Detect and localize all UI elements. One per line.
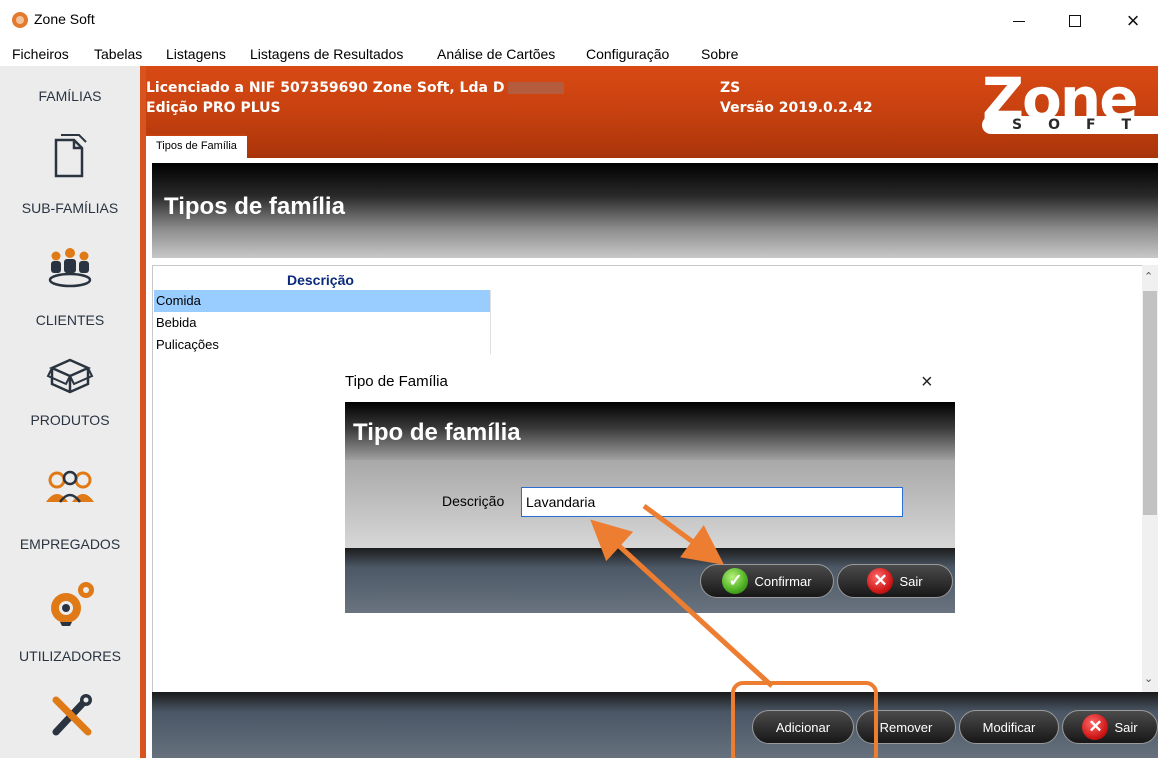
sidebar: FAMÍLIAS SUB-FAMÍLIAS CLIENTES PRODUTOS xyxy=(0,66,146,758)
description-input[interactable] xyxy=(521,487,903,517)
column-divider xyxy=(490,290,491,354)
list-item[interactable]: Bebida xyxy=(154,312,490,334)
sidebar-item-clientes[interactable]: CLIENTES xyxy=(0,312,140,328)
menu-listagens-de-resultados[interactable]: Listagens de Resultados xyxy=(250,46,403,62)
dialog-body: Descrição xyxy=(345,460,955,548)
family-type-dialog: Tipo de Família × Tipo de família Descri… xyxy=(345,365,955,613)
close-button[interactable]: × xyxy=(1110,4,1156,38)
modify-button-label: Modificar xyxy=(982,719,1036,735)
app-window: Zone Soft × Ficheiros Tabelas Listagens … xyxy=(0,0,1158,758)
exit-button[interactable]: ✕ Sair xyxy=(1062,710,1158,744)
sidebar-item-utilizadores[interactable]: UTILIZADORES xyxy=(0,648,140,664)
menu-ficheiros[interactable]: Ficheiros xyxy=(12,46,69,62)
header-band: Licenciado a NIF 507359690 Zone Soft, Ld… xyxy=(146,66,1158,158)
checkmark-icon: ✓ xyxy=(722,568,749,594)
group-icon[interactable] xyxy=(46,244,94,290)
menu-sobre[interactable]: Sobre xyxy=(701,46,738,62)
dialog-header: Tipo de família xyxy=(345,402,955,460)
zone-soft-app-icon xyxy=(12,12,28,28)
menu-listagens[interactable]: Listagens xyxy=(166,46,226,62)
people-icon[interactable] xyxy=(44,468,96,506)
window-title: Zone Soft xyxy=(34,11,95,27)
page-title-panel: Tipos de família xyxy=(152,163,1158,258)
add-button[interactable]: Adicionar xyxy=(752,710,854,744)
dialog-exit-button[interactable]: ✕ Sair xyxy=(837,564,953,598)
version-text: Versão 2019.0.2.42 xyxy=(720,100,873,116)
redacted-block xyxy=(508,82,565,94)
menu-bar: Ficheiros Tabelas Listagens Listagens de… xyxy=(0,42,1158,66)
description-label: Descrição xyxy=(442,493,505,509)
column-header-descricao[interactable]: Descrição xyxy=(287,272,354,288)
confirm-button[interactable]: ✓ Confirmar xyxy=(700,564,834,598)
menu-configuracao[interactable]: Configuração xyxy=(586,46,669,62)
maximize-button[interactable] xyxy=(1052,4,1098,38)
menu-tabelas[interactable]: Tabelas xyxy=(94,46,142,62)
minimize-button[interactable] xyxy=(996,4,1042,38)
license-text: Licenciado a NIF 507359690 Zone Soft, Ld… xyxy=(146,80,565,96)
exit-button-label: Sair xyxy=(1114,719,1138,735)
menu-analise-de-cartoes[interactable]: Análise de Cartões xyxy=(437,46,555,62)
document-icon[interactable] xyxy=(50,132,90,180)
add-button-label: Adicionar xyxy=(775,719,831,735)
sidebar-item-produtos[interactable]: PRODUTOS xyxy=(0,412,140,428)
remove-button-label: Remover xyxy=(879,719,933,735)
dialog-window-title: Tipo de Família xyxy=(345,373,448,390)
minimize-icon xyxy=(1013,20,1025,22)
list-item[interactable]: Comida xyxy=(154,290,490,312)
gears-icon[interactable] xyxy=(46,578,98,628)
close-x-icon: ✕ xyxy=(867,568,894,594)
scroll-down-icon[interactable]: ⌄ xyxy=(1144,672,1153,685)
sidebar-item-familias[interactable]: FAMÍLIAS xyxy=(0,88,140,104)
close-icon: × xyxy=(1126,8,1140,33)
tools-icon[interactable] xyxy=(48,692,96,740)
list-item[interactable]: Pulicações xyxy=(154,334,490,356)
modify-button[interactable]: Modificar xyxy=(959,710,1059,744)
dialog-footer: ✓ Confirmar ✕ Sair xyxy=(345,548,955,613)
remove-button[interactable]: Remover xyxy=(856,710,956,744)
dialog-close-icon[interactable]: × xyxy=(921,371,933,394)
close-x-icon: ✕ xyxy=(1082,714,1109,740)
dialog-title: Tipo de família xyxy=(353,419,521,446)
scrollbar-thumb[interactable] xyxy=(1143,291,1157,515)
zs-text: ZS xyxy=(720,80,741,96)
confirm-button-label: Confirmar xyxy=(754,573,812,589)
logo-soft-strip: SOFT xyxy=(982,116,1158,134)
box-icon[interactable] xyxy=(46,354,94,398)
sidebar-item-empregados[interactable]: EMPREGADOS xyxy=(0,536,140,552)
sidebar-item-sub-familias[interactable]: SUB-FAMÍLIAS xyxy=(0,200,140,216)
scroll-up-icon[interactable]: ⌃ xyxy=(1144,270,1153,283)
title-bar: Zone Soft × xyxy=(0,0,1158,42)
edition-text: Edição PRO PLUS xyxy=(146,100,281,116)
maximize-icon xyxy=(1069,15,1081,27)
tab-tipos-de-familia[interactable]: Tipos de Família xyxy=(146,134,247,158)
page-title: Tipos de família xyxy=(164,193,345,220)
dialog-exit-button-label: Sair xyxy=(899,573,923,589)
bottom-toolbar: Adicionar Remover Modificar ✕ Sair xyxy=(152,692,1158,758)
